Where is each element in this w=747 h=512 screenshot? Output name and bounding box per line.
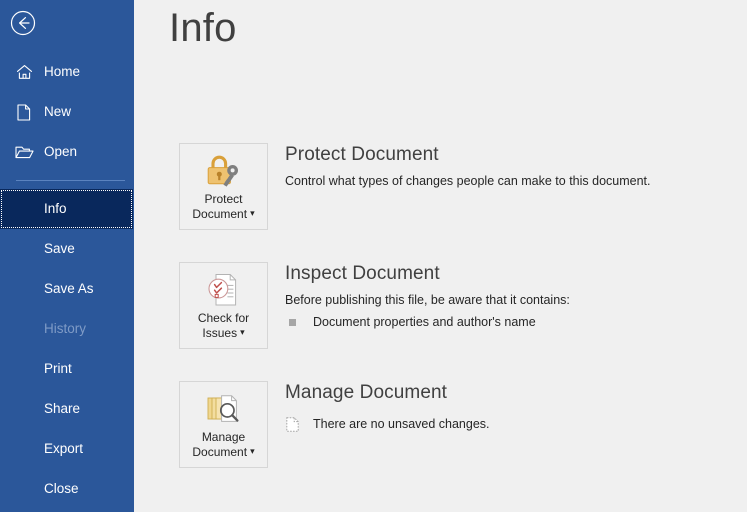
sidebar-item-label: Home: [44, 64, 81, 80]
sidebar-item-label: Open: [44, 144, 78, 160]
chevron-down-icon[interactable]: ▾: [250, 444, 255, 459]
sidebar-item-label: Print: [44, 361, 72, 377]
unsaved-document-icon: [285, 416, 299, 432]
backstage-content: Info Protect Document ▾ Protect Document…: [134, 0, 747, 512]
page-title: Info: [169, 6, 237, 50]
sidebar-item-new[interactable]: New: [0, 92, 134, 132]
sidebar-item-save[interactable]: Save: [0, 229, 134, 269]
button-line-1: Check for: [197, 311, 250, 325]
word-backstage-info-screen: Home New Open Info Save Save As History …: [0, 0, 747, 512]
sidebar-item-print[interactable]: Print: [0, 349, 134, 389]
sidebar-item-label: Close: [44, 481, 79, 497]
sidebar-item-save-as[interactable]: Save As: [0, 269, 134, 309]
sidebar-item-label: Export: [44, 441, 84, 457]
back-arrow-icon: [10, 10, 36, 36]
section-manage-document: Manage Document ▾ Manage Document There …: [179, 381, 747, 500]
new-icon: [12, 102, 36, 122]
detail-text: There are no unsaved changes.: [313, 417, 490, 431]
chevron-down-icon[interactable]: ▾: [250, 206, 255, 221]
inspect-detail-row: Document properties and author's name: [285, 314, 737, 330]
check-for-issues-button[interactable]: Check for Issues ▾: [179, 262, 268, 349]
home-icon: [12, 62, 36, 82]
section-description: Control what types of changes people can…: [285, 174, 651, 188]
section-description: Before publishing this file, be aware th…: [285, 293, 570, 307]
button-line-2: Document: [192, 445, 248, 459]
backstage-sidebar: Home New Open Info Save Save As History …: [0, 0, 134, 512]
document-inspect-icon: [205, 272, 243, 308]
sidebar-item-open[interactable]: Open: [0, 132, 134, 172]
manage-document-button-label: Manage Document ▾: [181, 430, 267, 460]
sidebar-item-label: Info: [44, 201, 67, 217]
protect-document-button[interactable]: Protect Document ▾: [179, 143, 268, 230]
sidebar-item-label: New: [44, 104, 72, 120]
section-heading: Inspect Document: [285, 263, 440, 284]
open-icon: [12, 142, 36, 162]
sidebar-item-share[interactable]: Share: [0, 389, 134, 429]
info-sections: Protect Document ▾ Protect Document Contr…: [179, 143, 747, 500]
button-line-1: Protect: [204, 192, 243, 206]
sidebar-item-close[interactable]: Close: [0, 469, 134, 509]
backstage-nav-list: Home New Open Info Save Save As History …: [0, 52, 134, 509]
sidebar-item-label: Save: [44, 241, 75, 257]
manage-document-button[interactable]: Manage Document ▾: [179, 381, 268, 468]
sidebar-item-info[interactable]: Info: [0, 189, 133, 229]
inspect-document-text: Inspect Document Before publishing this …: [285, 262, 737, 330]
section-inspect-document: Check for Issues ▾ Inspect Document Befor…: [179, 262, 747, 381]
section-heading: Manage Document: [285, 382, 448, 403]
sidebar-item-home[interactable]: Home: [0, 52, 134, 92]
section-protect-document: Protect Document ▾ Protect Document Contr…: [179, 143, 747, 262]
sidebar-item-label: History: [44, 321, 87, 337]
sidebar-separator: [16, 180, 125, 181]
sidebar-item-label: Save As: [44, 281, 94, 297]
protect-document-button-label: Protect Document ▾: [181, 192, 267, 222]
manage-document-text: Manage Document There are no unsaved cha…: [285, 381, 737, 432]
lock-and-key-icon: [203, 153, 245, 189]
check-for-issues-button-label: Check for Issues ▾: [181, 311, 267, 341]
section-heading: Protect Document: [285, 144, 439, 165]
document-versions-icon: [204, 391, 244, 427]
button-line-2: Document: [192, 207, 248, 221]
detail-text: Document properties and author's name: [313, 315, 536, 329]
sidebar-item-history: History: [0, 309, 134, 349]
sidebar-item-label: Share: [44, 401, 81, 417]
button-line-2: Issues: [202, 326, 238, 340]
button-line-1: Manage: [201, 430, 246, 444]
sidebar-item-export[interactable]: Export: [0, 429, 134, 469]
square-bullet-icon: [285, 315, 299, 329]
protect-document-text: Protect Document Control what types of c…: [285, 143, 737, 190]
chevron-down-icon[interactable]: ▾: [240, 325, 245, 340]
back-button[interactable]: [10, 10, 36, 36]
manage-detail-row: There are no unsaved changes.: [285, 416, 737, 432]
